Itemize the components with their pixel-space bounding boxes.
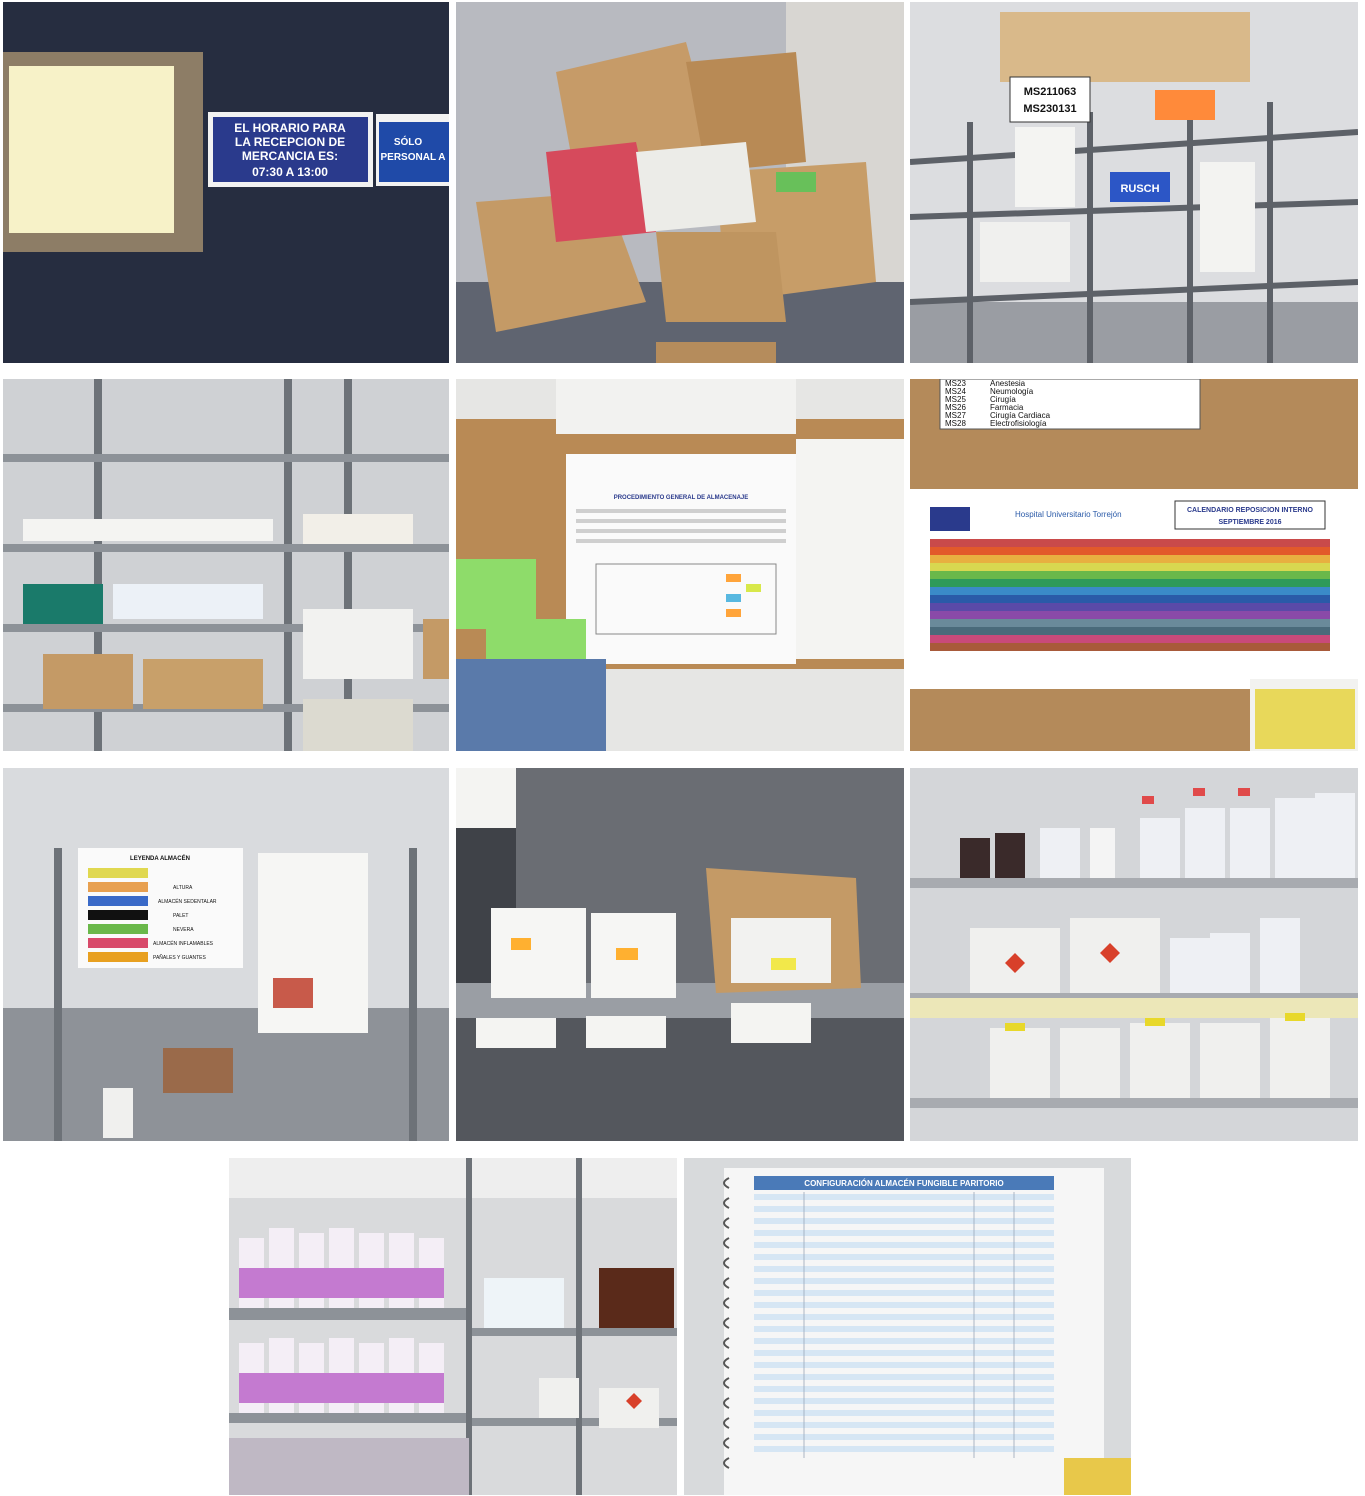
sign-line-3: MERCANCIA ES:: [242, 149, 338, 163]
calendar-title-line-1: CALENDARIO REPOSICION INTERNO: [1187, 507, 1314, 514]
label-ms211063: MS211063: [1024, 86, 1077, 98]
sign-line-1: EL HORARIO PARA: [234, 121, 346, 135]
legend-row-5: ALMACÉN INFLAMABLES: [153, 940, 214, 947]
sign-line-4: 07:30 A 13:00: [252, 165, 328, 179]
photo-shelves-boxes: [3, 379, 449, 751]
photo-legend-sheet: LEYENDA ALMACÉN ALTURA ALMACÉN SEDENTALA…: [3, 768, 449, 1141]
calendar-title-line-2: SEPTIEMBRE 2016: [1218, 519, 1281, 526]
photo-corkboard: PROCEDIMIENTO GENERAL DE ALMACENAJE: [456, 379, 904, 751]
legend-row-3: PALET: [173, 913, 188, 919]
photo-calendar: MS23 Anestesia MS24 Neumología MS25 Ciru…: [910, 379, 1358, 751]
photo-chemical-bottles: [910, 768, 1358, 1141]
photo-shelf-closeup: [456, 768, 904, 1141]
row-name-6: Electrofisiología: [990, 419, 1047, 428]
second-sign-line-2: PERSONAL A: [380, 152, 445, 163]
hospital-name: Hospital Universitario Torrejón: [1015, 510, 1122, 519]
label-ms230131: MS230131: [1023, 103, 1076, 115]
photo-shelving-labels: MS211063 MS230131 RUSCH: [910, 2, 1358, 363]
legend-row-4: NEVERA: [173, 927, 194, 933]
photo-discarded-boxes: [456, 2, 904, 363]
rusch-brand: RUSCH: [1120, 183, 1159, 195]
photo-binder: CONFIGURACIÓN ALMACÉN FUNGIBLE PARITORIO: [684, 1158, 1131, 1495]
second-sign-line-1: SÓLO: [394, 135, 423, 148]
sign-line-2: LA RECEPCION DE: [235, 135, 345, 149]
binder-title: CONFIGURACIÓN ALMACÉN FUNGIBLE PARITORIO: [804, 1179, 1003, 1188]
legend-row-1: ALTURA: [173, 885, 193, 891]
photo-pink-bottles: [229, 1158, 677, 1495]
legend-row-6: PAÑALES Y GUANTES: [153, 954, 206, 961]
legend-row-2: ALMACÉN SEDENTALAR: [158, 898, 217, 905]
procedure-title: PROCEDIMIENTO GENERAL DE ALMACENAJE: [614, 495, 749, 501]
row-code-6: MS28: [945, 419, 966, 428]
legend-title: LEYENDA ALMACÉN: [130, 854, 190, 862]
photo-door-sign: EL HORARIO PARA LA RECEPCION DE MERCANCI…: [3, 2, 449, 363]
